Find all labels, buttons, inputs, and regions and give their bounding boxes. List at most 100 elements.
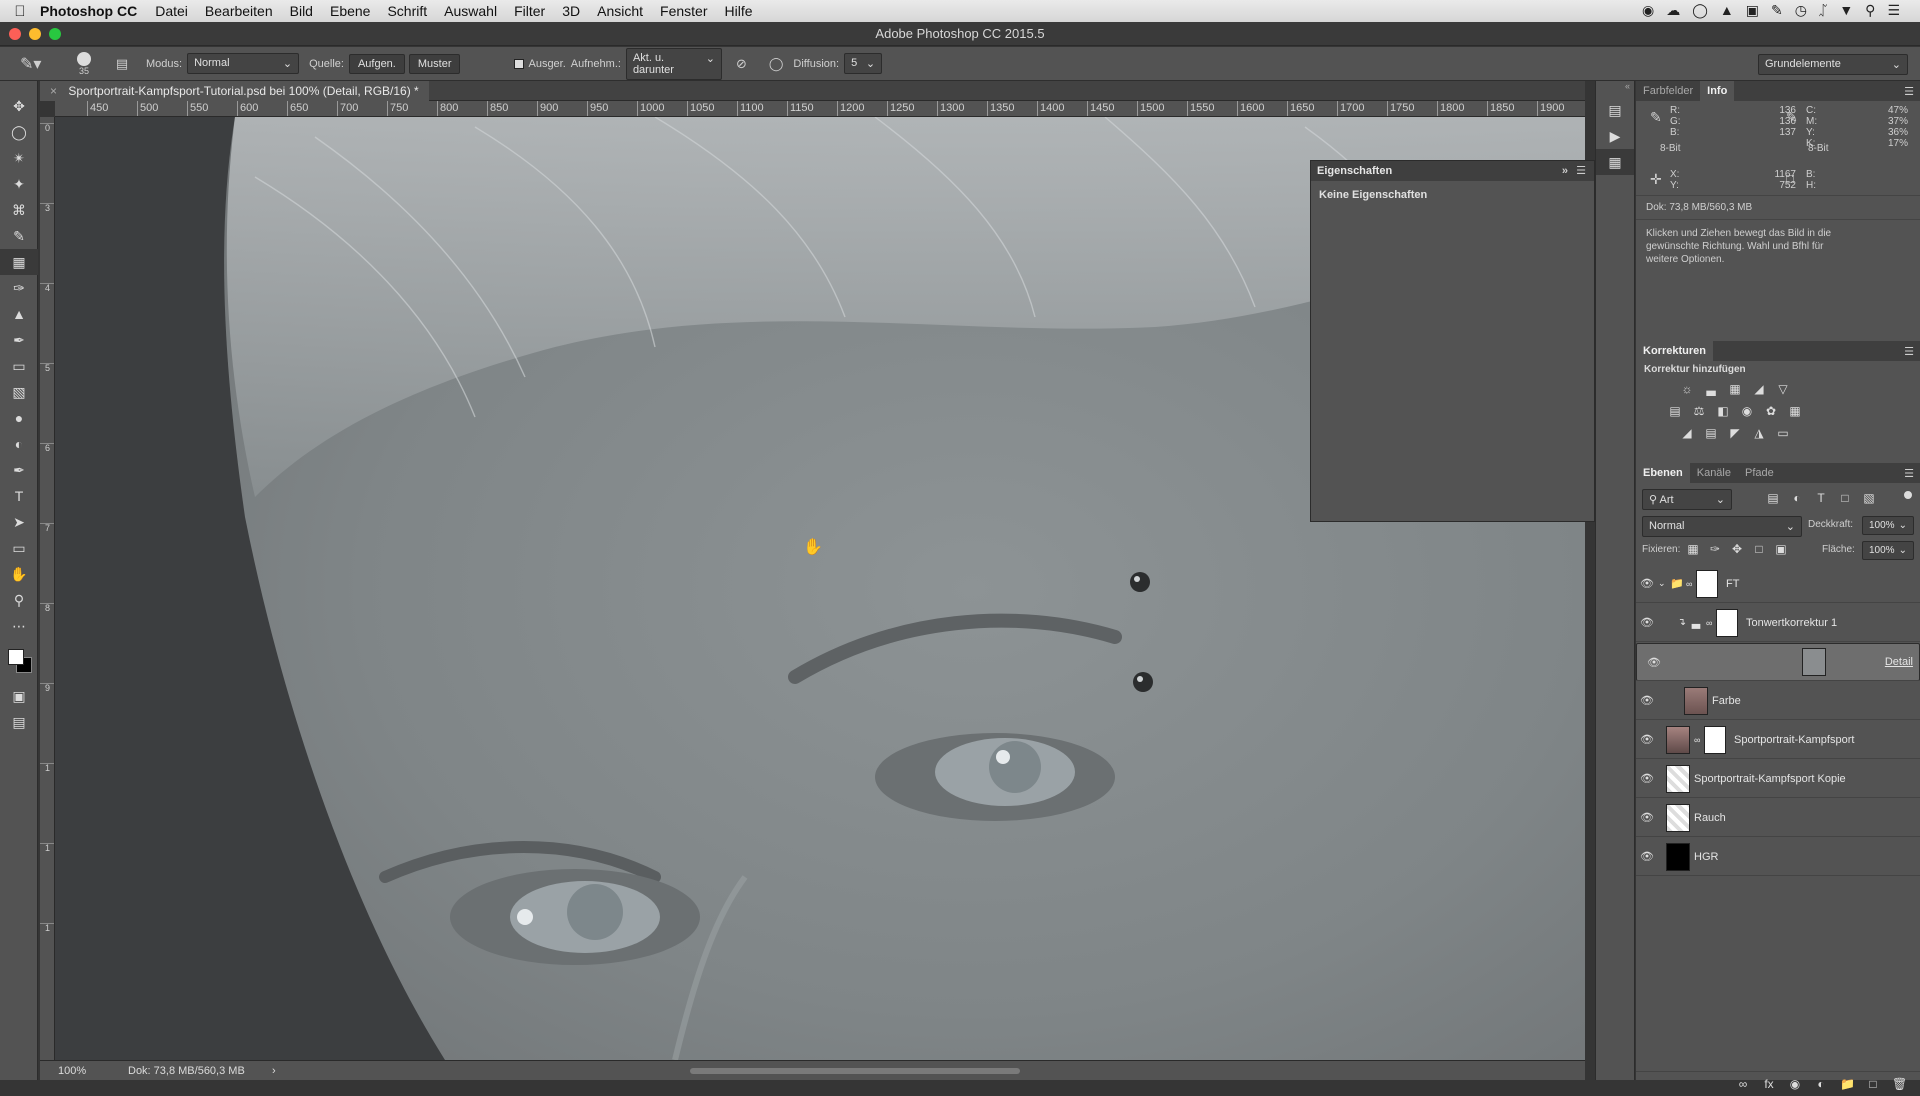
clone-source-panel-icon[interactable]: ▤	[108, 56, 136, 72]
ausgerichtet-checkbox[interactable]	[514, 58, 525, 69]
layer-row[interactable]: 👁 Farbe	[1636, 682, 1920, 720]
link-icon[interactable]: ∞	[1686, 579, 1696, 589]
eye-icon[interactable]: 👁	[1636, 850, 1658, 863]
healing-brush-icon[interactable]: ✎▾	[0, 54, 60, 74]
add-mask-icon[interactable]: ◉	[1788, 1077, 1802, 1091]
rectangle-tool-icon[interactable]: ▭	[0, 535, 38, 561]
lasso-tool-icon[interactable]: ✴	[0, 145, 38, 171]
color-balance-icon[interactable]: ⚖	[1692, 404, 1706, 418]
link-icon[interactable]: ∞	[1694, 735, 1704, 745]
panel-menu-icon[interactable]: ☰	[1904, 345, 1920, 358]
trash-icon[interactable]: 🗑	[1892, 1077, 1907, 1091]
eyedropper-tool-icon[interactable]: ✎	[0, 223, 38, 249]
layer-mask-thumbnail[interactable]	[1716, 608, 1738, 637]
layer-name[interactable]: Detail	[1885, 656, 1913, 668]
aufgenommen-button[interactable]: Aufgen.	[348, 53, 405, 74]
drive-icon[interactable]: ▲	[1720, 2, 1734, 19]
layer-filter-select[interactable]: ⚲ Art ⌄	[1642, 489, 1732, 510]
layer-row[interactable]: 👁 ↴ ▃ ∞ Tonwertkorrektur 1	[1636, 604, 1920, 642]
collapse-icon[interactable]: »	[1562, 161, 1568, 181]
workspace-select[interactable]: Grundelemente ⌄	[1758, 54, 1908, 75]
layer-thumbnail[interactable]	[1684, 686, 1708, 715]
hand-tool-icon[interactable]: ✋	[0, 561, 38, 587]
diffusion-select[interactable]: 5 ⌄	[844, 53, 883, 74]
layer-row[interactable]: 👁 ⌄ 📁 ∞ FT	[1636, 565, 1920, 603]
panel-menu-icon[interactable]: ☰	[1576, 161, 1586, 181]
more-tools-icon[interactable]: ⋯	[0, 613, 38, 639]
zoom-tool-icon[interactable]: ⚲	[0, 587, 38, 613]
gradient-tool-icon[interactable]: ▧	[0, 379, 38, 405]
properties-panel-icon[interactable]: ▦	[1596, 149, 1634, 175]
eye-icon[interactable]: 👁	[1636, 811, 1658, 824]
link-icon[interactable]: ∞	[1706, 618, 1716, 628]
eye-icon[interactable]: 👁	[1636, 733, 1658, 746]
cloud-icon[interactable]: ☁	[1666, 2, 1680, 19]
menu-datei[interactable]: Datei	[155, 3, 188, 19]
foreground-color-swatch[interactable]	[8, 649, 24, 665]
layer-thumbnail[interactable]	[1666, 842, 1690, 871]
lock-all-icon[interactable]: ▣	[1774, 542, 1788, 556]
layer-row-selected[interactable]: 👁 Detail	[1636, 643, 1920, 681]
lock-position-icon[interactable]: ✥	[1730, 542, 1744, 556]
menu-3d[interactable]: 3D	[562, 3, 580, 19]
type-filter-icon[interactable]: T	[1814, 491, 1828, 505]
clone-stamp-tool-icon[interactable]: ▲	[0, 301, 38, 327]
eye-icon[interactable]: 👁	[1643, 656, 1665, 669]
layer-thumbnail[interactable]	[1666, 725, 1690, 754]
display-icon[interactable]: ▣	[1746, 2, 1759, 19]
pixel-filter-icon[interactable]: ▤	[1766, 491, 1780, 505]
pressure-size-icon[interactable]: ◯	[769, 56, 784, 72]
menu-app-name[interactable]: Photoshop CC	[40, 3, 137, 19]
eye-icon[interactable]: 👁	[1636, 694, 1658, 707]
menu-bild[interactable]: Bild	[290, 3, 313, 19]
layer-row[interactable]: 👁 Sportportrait-Kampfsport Kopie	[1636, 760, 1920, 798]
layer-row[interactable]: 👁 ∞ Sportportrait-Kampfsport	[1636, 721, 1920, 759]
curves-icon[interactable]: ▦	[1728, 382, 1742, 396]
fill-field[interactable]: 100% ⌄	[1862, 541, 1914, 560]
collapse-dock-icon[interactable]: «	[1596, 81, 1634, 97]
menu-bearbeiten[interactable]: Bearbeiten	[205, 3, 273, 19]
menu-auswahl[interactable]: Auswahl	[444, 3, 497, 19]
tab-farbfelder[interactable]: Farbfelder	[1636, 81, 1700, 101]
lock-transparency-icon[interactable]: ▦	[1686, 542, 1700, 556]
ignore-adjustment-layers-icon[interactable]: ⊘	[736, 56, 747, 72]
horizontal-scrollbar[interactable]	[690, 1068, 1020, 1074]
gradient-map-icon[interactable]: ▭	[1776, 426, 1790, 440]
type-tool-icon[interactable]: T	[0, 483, 38, 509]
menu-fenster[interactable]: Fenster	[660, 3, 707, 19]
history-panel-icon[interactable]: ▤	[1596, 97, 1634, 123]
lock-artboard-icon[interactable]: □	[1752, 542, 1766, 556]
zoom-window-icon[interactable]	[49, 28, 61, 40]
channel-mixer-icon[interactable]: ✿	[1764, 404, 1778, 418]
layer-name[interactable]: HGR	[1694, 851, 1718, 863]
marquee-tool-icon[interactable]: ◯	[0, 119, 38, 145]
brightness-icon[interactable]: ☼	[1680, 382, 1694, 396]
dodge-tool-icon[interactable]: ◐	[0, 431, 38, 457]
close-tab-icon[interactable]: ×	[50, 84, 57, 98]
photo-filter-icon[interactable]: ◉	[1740, 404, 1754, 418]
layer-name[interactable]: FT	[1726, 578, 1739, 590]
new-group-icon[interactable]: 📁	[1840, 1077, 1855, 1091]
healing-brush-tool-icon[interactable]: ▦	[0, 249, 38, 275]
blur-tool-icon[interactable]: ●	[0, 405, 38, 431]
hue-saturation-icon[interactable]: ▤	[1668, 404, 1682, 418]
black-white-icon[interactable]: ◧	[1716, 404, 1730, 418]
close-window-icon[interactable]	[9, 28, 21, 40]
invert-icon[interactable]: ◢	[1680, 426, 1694, 440]
layer-name[interactable]: Tonwertkorrektur 1	[1746, 617, 1837, 629]
layer-name[interactable]: Sportportrait-Kampfsport Kopie	[1694, 773, 1846, 785]
panel-menu-icon[interactable]: ☰	[1904, 467, 1920, 480]
eye-icon[interactable]: 👁	[1636, 577, 1658, 590]
wifi-icon[interactable]: ▼	[1839, 2, 1853, 19]
tab-kanaele[interactable]: Kanäle	[1690, 463, 1738, 483]
menu-hilfe[interactable]: Hilfe	[725, 3, 753, 19]
pen-tablet-icon[interactable]: ✎	[1771, 2, 1783, 19]
apple-icon[interactable]: 	[0, 3, 40, 20]
layer-row[interactable]: 👁 Rauch	[1636, 799, 1920, 837]
path-selection-tool-icon[interactable]: ➤	[0, 509, 38, 535]
creative-cloud-icon[interactable]: ◯	[1692, 2, 1708, 19]
layer-mask-thumbnail[interactable]	[1704, 725, 1726, 754]
menu-filter[interactable]: Filter	[514, 3, 545, 19]
layer-mask-thumbnail[interactable]	[1696, 569, 1718, 598]
quick-mask-icon[interactable]: ▣	[0, 683, 38, 709]
